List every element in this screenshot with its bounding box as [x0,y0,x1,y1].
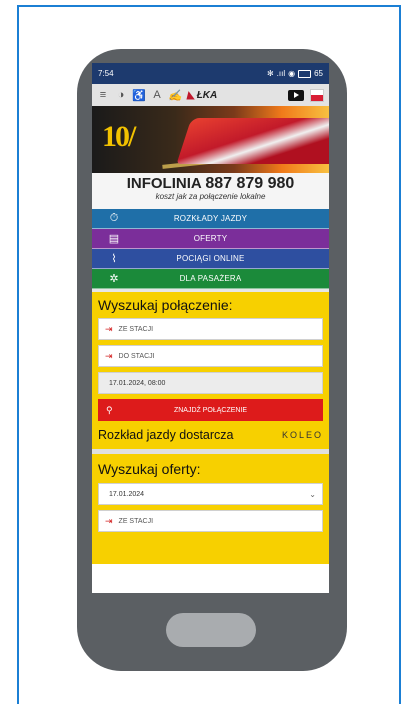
hotline-label: INFOLINIA [126,175,202,192]
status-time: 7:54 [98,69,114,78]
lka-logo[interactable]: ◣ ŁKA [187,90,217,101]
search-icon: ⚲ [106,404,113,415]
youtube-icon[interactable] [288,89,304,101]
hero-banner: 10/ [92,106,329,173]
chevron-down-icon: ⌄ [309,489,316,499]
hotline-line: INFOLINIA 887 879 980 [92,175,329,193]
koleo-logo[interactable]: KOLEO [282,430,323,440]
offers-from-placeholder: ZE STACJI [118,517,154,525]
hotline-subtitle: koszt jak za połączenie lokalne [155,192,266,201]
sign-language-icon[interactable]: ✍ [168,88,182,102]
nav-offers[interactable]: ▤ OFERTY [92,229,329,249]
nav-for-passenger-label: DLA PASAŻERA [179,274,242,283]
map-icon: ⌇ [111,253,117,265]
document-icon: ▤ [108,233,120,245]
offers-search: Wyszukaj oferty: 17.01.2024 ⌄ ⇥ ZE STACJ… [92,454,329,564]
people-icon: ✲ [109,273,119,285]
connection-search: Wyszukaj połączenie: ⇥ ZE STACJI ⇥ DO ST… [92,292,329,449]
from-station-input[interactable]: ⇥ ZE STACJI [98,318,323,340]
provider-text: Rozkład jazdy dostarcza [98,428,234,442]
station-from-icon: ⇥ [105,515,113,526]
battery-level: 65 [314,69,323,78]
status-bar: 7:54 ✻ .ııl ◉ 65 [92,63,329,84]
datetime-value: 17.01.2024, 08:00 [109,379,166,387]
home-button[interactable] [166,613,256,647]
nav-timetables[interactable]: ⏱ ROZKŁADY JAZDY [92,209,329,229]
from-station-placeholder: ZE STACJI [118,325,154,333]
font-size-icon[interactable]: A [151,88,163,102]
find-connection-button[interactable]: ⚲ ZNAJDŹ POŁĄCZENIE [98,399,323,421]
status-icons: ✻ .ııl ◉ 65 [267,69,323,78]
wifi-icon: ◉ [288,69,296,78]
contrast-icon[interactable]: ◑ [115,88,127,102]
to-station-input[interactable]: ⇥ DO STACJI [98,345,323,367]
provider-line: Rozkład jazdy dostarcza KOLEO [98,428,323,442]
nav-for-passenger[interactable]: ✲ DLA PASAŻERA [92,269,329,289]
signal-icon: .ııl [276,69,286,78]
toolbar: ≡ ◑ ♿ A ✍ ◣ ŁKA [92,84,329,106]
nav-timetables-label: ROZKŁADY JAZDY [173,214,248,223]
hotline-box: INFOLINIA 887 879 980 koszt jak za połąc… [92,173,329,209]
phone-screen: 7:54 ✻ .ııl ◉ 65 ≡ ◑ ♿ A ✍ ◣ ŁKA 10/ INF… [92,63,329,593]
to-station-placeholder: DO STACJI [118,352,155,360]
bluetooth-icon: ✻ [266,69,274,78]
offers-from-station-input[interactable]: ⇥ ZE STACJI [98,510,323,532]
koleo-brand: KOLEO [281,430,323,440]
timetable-icon: ⏱ [109,212,119,224]
find-connection-label: ZNAJDŹ POŁĄCZENIE [173,406,248,414]
search-title: Wyszukaj połączenie: [98,297,233,313]
nav-trains-online[interactable]: ⌇ POCIĄGI ONLINE [92,249,329,269]
hotline-number[interactable]: 887 879 980 [205,175,294,192]
accessibility-icon[interactable]: ♿ [132,88,146,102]
offers-date-value: 17.01.2024 [109,490,145,498]
battery-icon [298,69,312,78]
offers-title: Wyszukaj oferty: [98,461,201,477]
station-to-icon: ⇥ [105,350,113,361]
lka-label: ŁKA [196,89,218,101]
nav-offers-label: OFERTY [193,234,228,243]
anniversary-logo: 10/ [102,120,136,153]
polish-flag-icon[interactable] [310,88,324,102]
station-from-icon: ⇥ [105,323,113,334]
lka-mark-icon: ◣ [187,89,195,101]
offers-date-select[interactable]: 17.01.2024 ⌄ [98,483,323,505]
datetime-input[interactable]: 17.01.2024, 08:00 [98,372,323,394]
train-image [176,118,329,164]
nav-trains-online-label: POCIĄGI ONLINE [176,254,245,263]
menu-icon[interactable]: ≡ [97,88,109,102]
